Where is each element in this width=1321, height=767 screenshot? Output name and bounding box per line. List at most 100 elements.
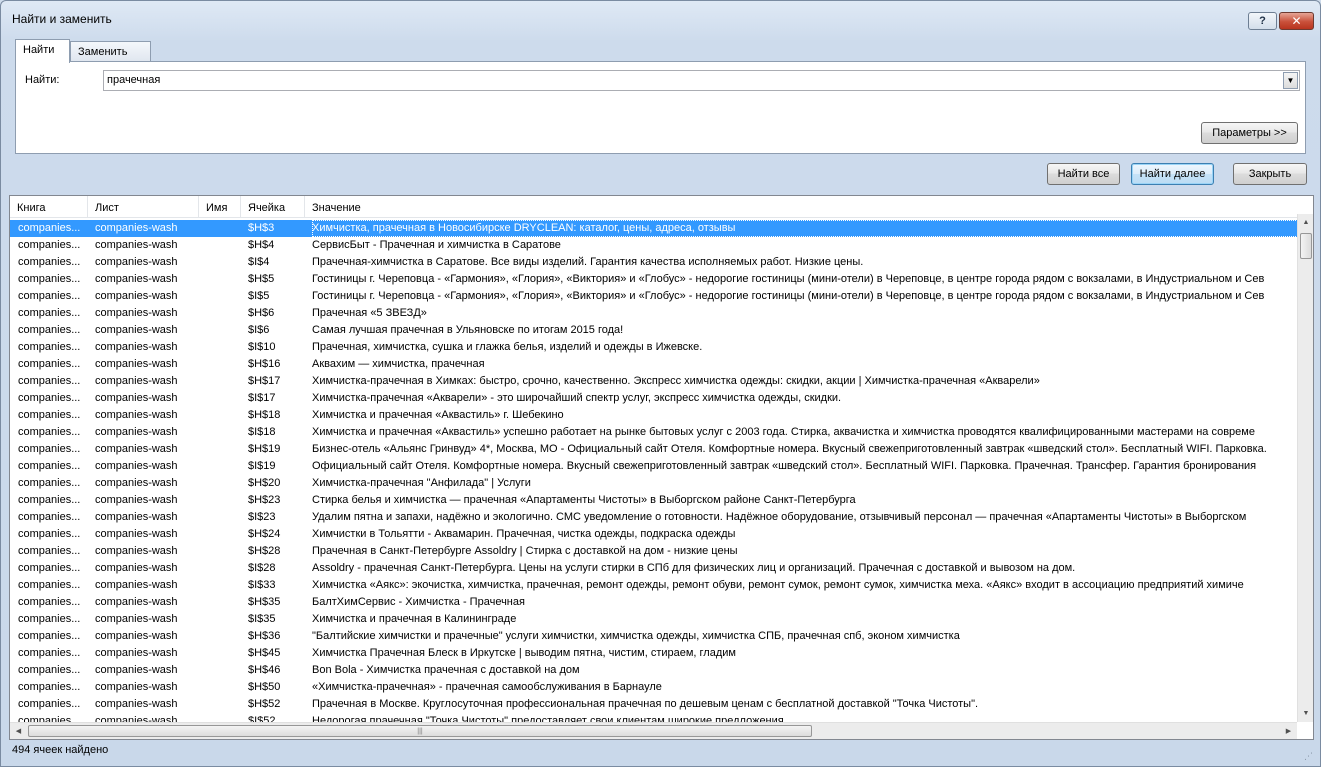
column-header-name[interactable]: Имя — [199, 196, 241, 218]
help-button[interactable]: ? — [1248, 12, 1277, 30]
cell-sheet: companies-wash — [95, 426, 178, 438]
close-button[interactable]: Закрыть — [1233, 163, 1307, 185]
cell-value: Прачечная в Москве. Круглосуточная профе… — [312, 698, 979, 710]
cell-value: Прачечная-химчистка в Саратове. Все виды… — [312, 256, 864, 268]
cell-value: Стирка белья и химчистка — прачечная «Ап… — [312, 494, 856, 506]
table-row[interactable]: companies... companies-wash $I$5 Гостиницы … — [10, 288, 1297, 305]
cell-book: companies... — [18, 613, 81, 625]
cell-book: companies... — [18, 290, 81, 302]
table-row[interactable]: companies... companies-wash $H$20 Химчистка… — [10, 475, 1297, 492]
cell-sheet: companies-wash — [95, 664, 178, 676]
table-row[interactable]: companies... companies-wash $H$23 Стирка бе… — [10, 492, 1297, 509]
table-row[interactable]: companies... companies-wash $H$52 Прачечная… — [10, 696, 1297, 713]
cell-value: Удалим пятна и запахи, надёжно и экологи… — [312, 511, 1247, 523]
table-row[interactable]: companies... companies-wash $I$6 Самая лучш… — [10, 322, 1297, 339]
cell-sheet: companies-wash — [95, 630, 178, 642]
cell-address: $H$23 — [248, 494, 281, 506]
column-header-value[interactable]: Значение — [305, 196, 1305, 218]
table-row[interactable]: companies... companies-wash $H$19 Бизнес-от… — [10, 441, 1297, 458]
chevron-down-icon[interactable]: ▼ — [1283, 72, 1298, 89]
cell-address: $H$46 — [248, 664, 281, 676]
cell-book: companies... — [18, 664, 81, 676]
table-row[interactable]: companies... companies-wash $I$28 Assoldry … — [10, 560, 1297, 577]
find-next-button[interactable]: Найти далее — [1131, 163, 1214, 185]
table-row[interactable]: companies... companies-wash $H$4 СервисБыт … — [10, 237, 1297, 254]
cell-sheet: companies-wash — [95, 443, 178, 455]
column-header-book[interactable]: Книга — [10, 196, 88, 218]
resize-grip-icon[interactable]: ⋰ — [1304, 751, 1316, 763]
table-row[interactable]: companies... companies-wash $H$3 Химчистка,… — [10, 220, 1297, 237]
table-row[interactable]: companies... companies-wash $H$45 Химчистка… — [10, 645, 1297, 662]
table-row[interactable]: companies... companies-wash $H$18 Химчистка… — [10, 407, 1297, 424]
cell-sheet: companies-wash — [95, 290, 178, 302]
column-header-cell[interactable]: Ячейка — [241, 196, 305, 218]
cell-sheet: companies-wash — [95, 307, 178, 319]
cell-sheet: companies-wash — [95, 494, 178, 506]
table-row[interactable]: companies... companies-wash $I$18 Химчистка… — [10, 424, 1297, 441]
vertical-scrollbar[interactable]: ▲ ▼ — [1297, 214, 1313, 722]
cell-address: $H$36 — [248, 630, 281, 642]
cell-book: companies... — [18, 562, 81, 574]
table-row[interactable]: companies... companies-wash $I$19 Официальн… — [10, 458, 1297, 475]
cell-book: companies... — [18, 511, 81, 523]
tab-replace[interactable]: Заменить — [70, 41, 151, 62]
table-row[interactable]: companies... companies-wash $H$36 "Балтийск… — [10, 628, 1297, 645]
cell-sheet: companies-wash — [95, 528, 178, 540]
cell-address: $H$35 — [248, 596, 281, 608]
window-title: Найти и заменить — [12, 12, 112, 26]
results-list[interactable]: Книга Лист Имя Ячейка Значение companies… — [9, 195, 1314, 740]
cell-address: $H$52 — [248, 698, 281, 710]
cell-value: Прачечная в Санкт-Петербурге Assoldry | … — [312, 545, 738, 557]
table-row[interactable]: companies... companies-wash $I$23 Удалим пя… — [10, 509, 1297, 526]
tab-find[interactable]: Найти — [15, 39, 70, 63]
cell-address: $H$45 — [248, 647, 281, 659]
horizontal-scroll-thumb[interactable]: ||| — [28, 725, 812, 737]
table-row[interactable]: companies... companies-wash $I$10 Прачечная… — [10, 339, 1297, 356]
results-rows: companies... companies-wash $H$3 Химчистка,… — [10, 220, 1297, 723]
table-row[interactable]: companies... companies-wash $H$5 Гостиницы … — [10, 271, 1297, 288]
table-row[interactable]: companies... companies-wash $H$46 Bon Bola … — [10, 662, 1297, 679]
cell-value: БалтХимСервис - Химчистка - Прачечная — [312, 596, 525, 608]
table-row[interactable]: companies... companies-wash $H$17 Химчистка… — [10, 373, 1297, 390]
table-row[interactable]: companies... companies-wash $H$50 «Химчистк… — [10, 679, 1297, 696]
cell-sheet: companies-wash — [95, 222, 178, 234]
vertical-scroll-thumb[interactable] — [1300, 233, 1312, 259]
find-all-button[interactable]: Найти все — [1047, 163, 1120, 185]
table-row[interactable]: companies... companies-wash $H$35 БалтХимСе… — [10, 594, 1297, 611]
scroll-up-icon[interactable]: ▲ — [1298, 214, 1313, 231]
cell-value: Химчистка и прачечная «Аквастиль» успешн… — [312, 426, 1255, 438]
cell-book: companies... — [18, 239, 81, 251]
cell-value: Прачечная «5 ЗВЕЗД» — [312, 307, 427, 319]
horizontal-scrollbar[interactable]: ◀ ||| ▶ — [10, 722, 1297, 739]
table-row[interactable]: companies... companies-wash $H$28 Прачечная… — [10, 543, 1297, 560]
cell-value: Химчистка «Аякс»: экочистка, химчистка, … — [312, 579, 1244, 591]
cell-sheet: companies-wash — [95, 613, 178, 625]
cell-value: Бизнес-отель «Альянс Гринвуд» 4*, Москва… — [312, 443, 1267, 455]
cell-value: СервисБыт - Прачечная и химчистка в Сара… — [312, 239, 561, 251]
cell-sheet: companies-wash — [95, 409, 178, 421]
options-button[interactable]: Параметры >> — [1201, 122, 1298, 144]
scroll-right-icon[interactable]: ▶ — [1280, 723, 1297, 739]
table-row[interactable]: companies... companies-wash $H$16 Аквахим —… — [10, 356, 1297, 373]
table-row[interactable]: companies... companies-wash $I$17 Химчистка… — [10, 390, 1297, 407]
cell-sheet: companies-wash — [95, 256, 178, 268]
cell-book: companies... — [18, 494, 81, 506]
table-row[interactable]: companies... companies-wash $H$6 Прачечная … — [10, 305, 1297, 322]
find-input[interactable]: прачечная ▼ — [103, 70, 1300, 91]
scroll-down-icon[interactable]: ▼ — [1298, 705, 1313, 722]
cell-address: $H$18 — [248, 409, 281, 421]
cell-value: Assoldry - прачечная Санкт-Петербурга. Ц… — [312, 562, 1076, 574]
close-window-button[interactable]: ✕ — [1279, 12, 1314, 30]
table-row[interactable]: companies... companies-wash $I$4 Прачечная-… — [10, 254, 1297, 271]
cell-sheet: companies-wash — [95, 324, 178, 336]
scroll-left-icon[interactable]: ◀ — [10, 723, 27, 739]
cell-value: «Химчистка-прачечная» - прачечная самооб… — [312, 681, 662, 693]
column-header-sheet[interactable]: Лист — [88, 196, 199, 218]
cell-book: companies... — [18, 375, 81, 387]
cell-address: $I$19 — [248, 460, 276, 472]
cell-sheet: companies-wash — [95, 545, 178, 557]
table-row[interactable]: companies... companies-wash $I$35 Химчистка… — [10, 611, 1297, 628]
cell-value: "Балтийские химчистки и прачечные" услуг… — [312, 630, 960, 642]
table-row[interactable]: companies... companies-wash $I$33 Химчистка… — [10, 577, 1297, 594]
table-row[interactable]: companies... companies-wash $H$24 Химчистки… — [10, 526, 1297, 543]
